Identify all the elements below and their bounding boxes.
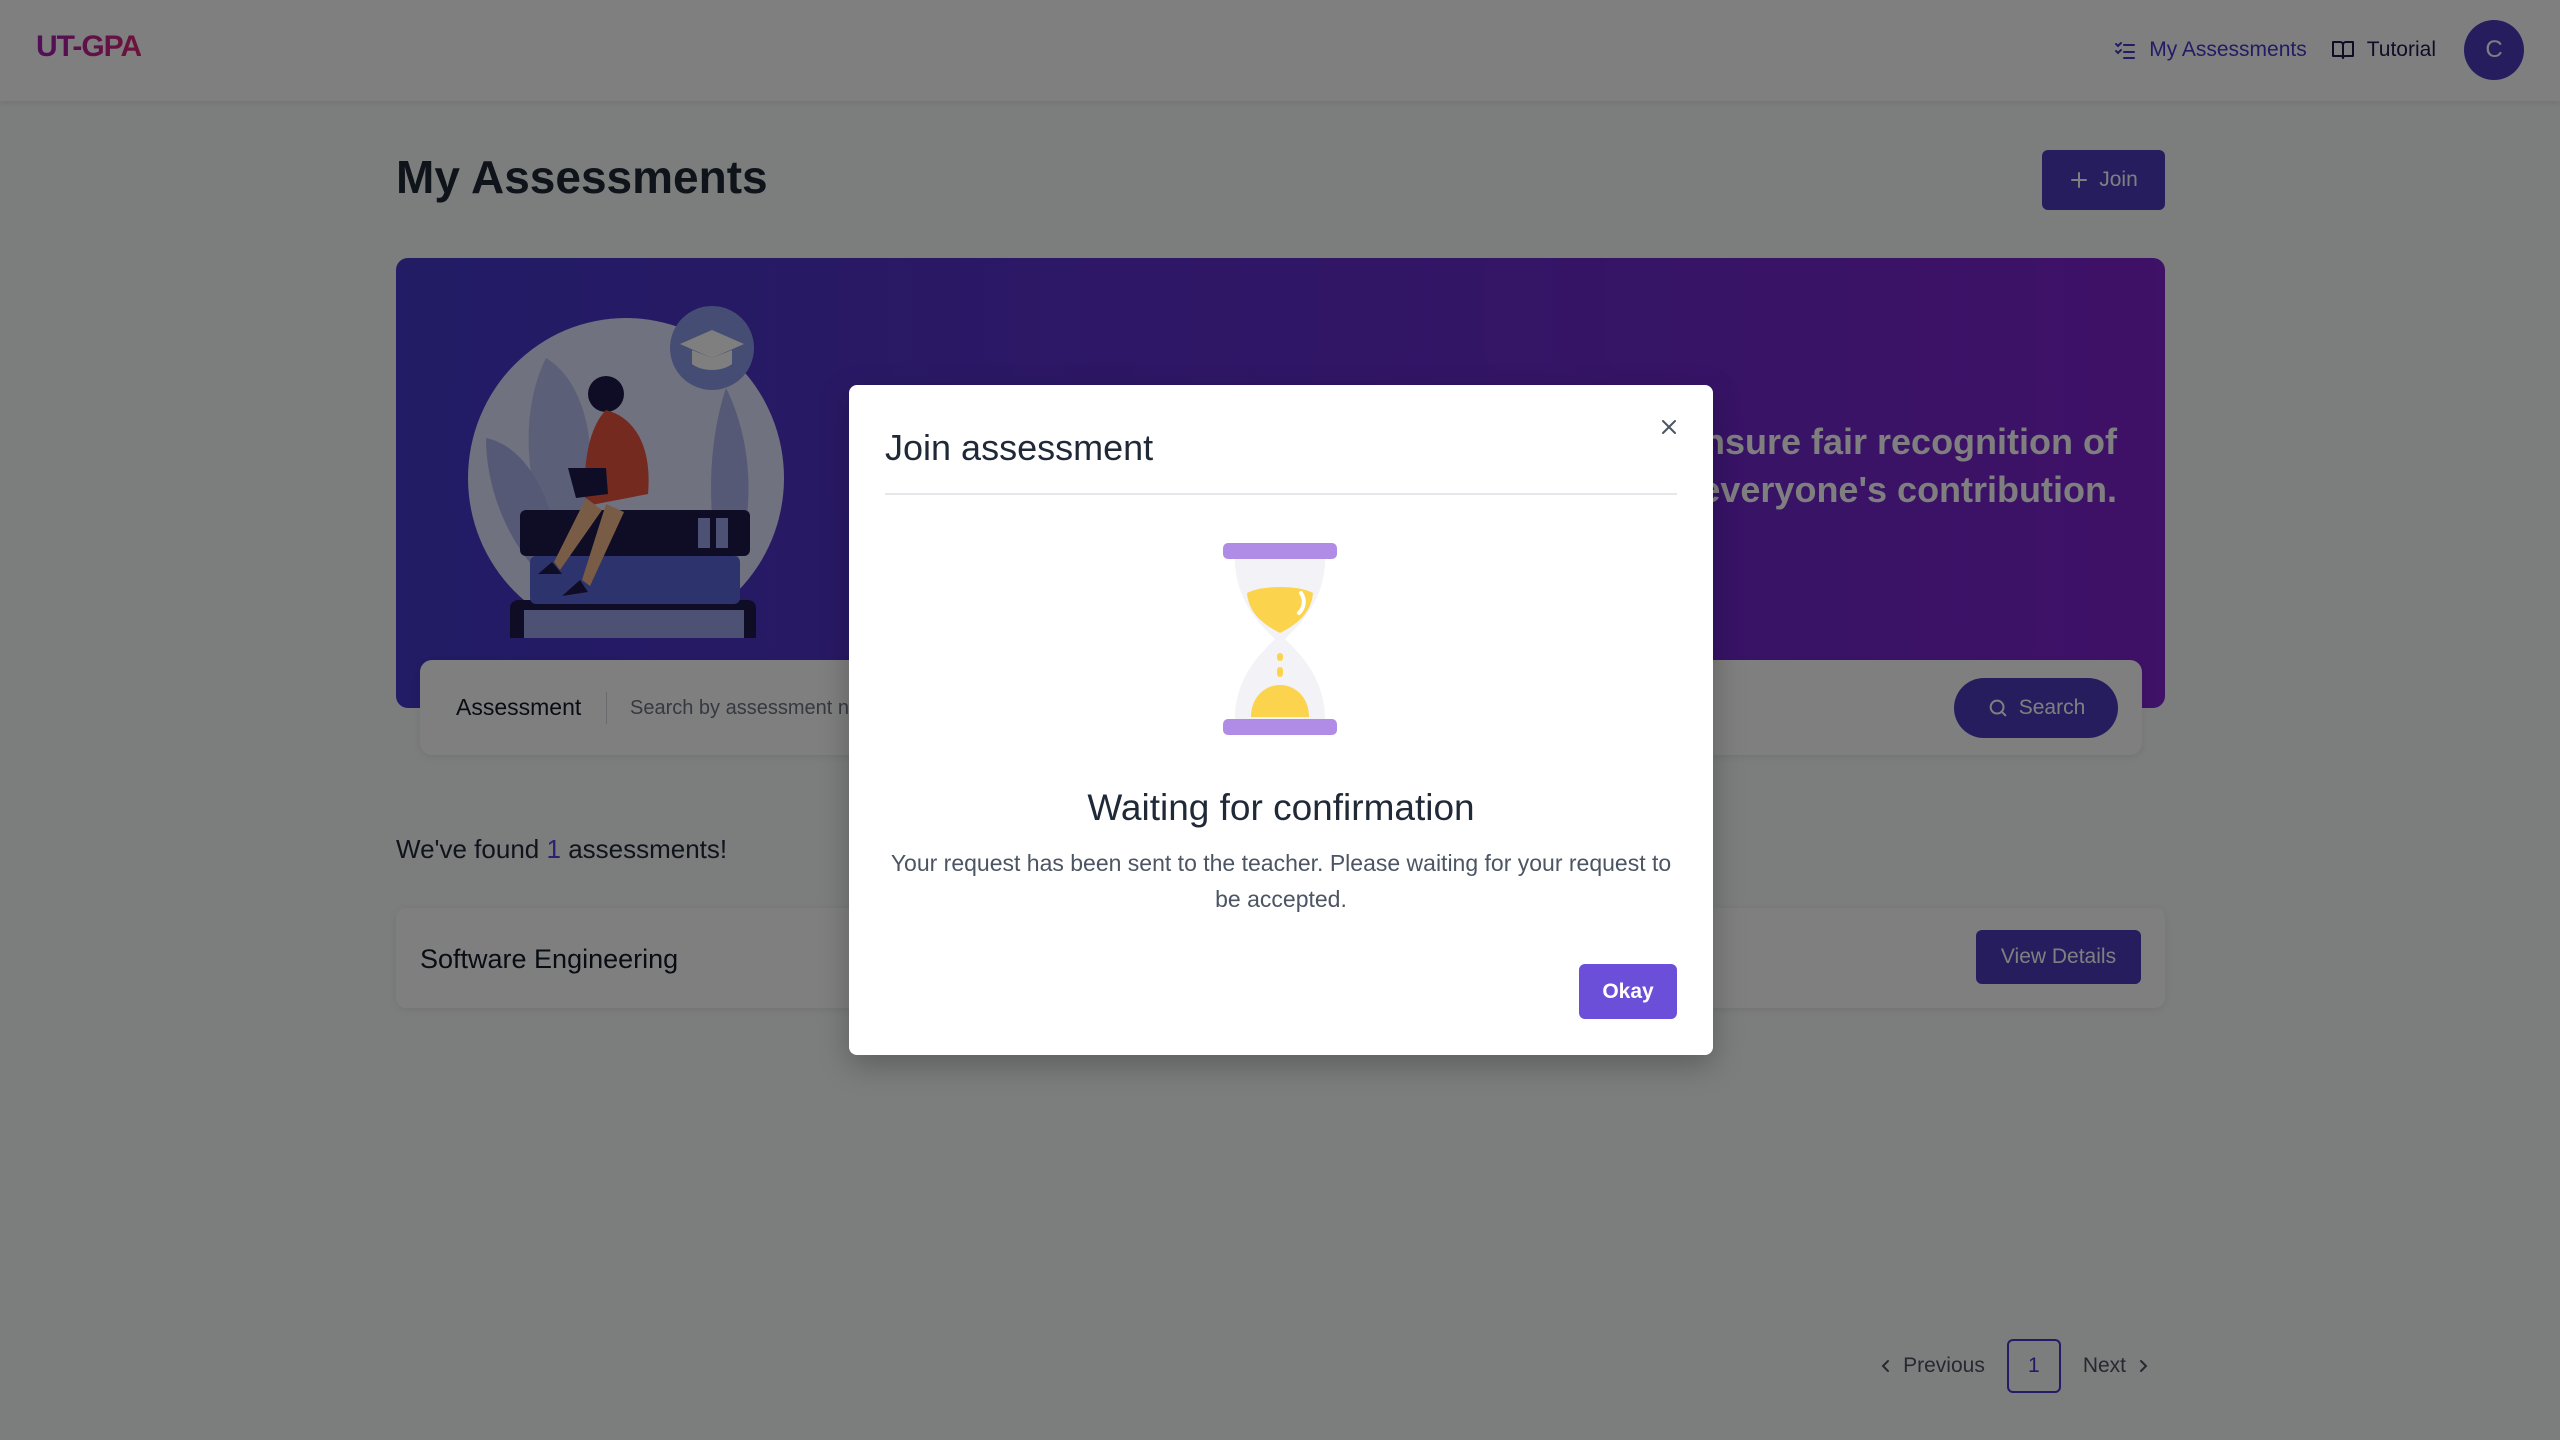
modal-heading: Waiting for confirmation — [1087, 787, 1475, 828]
hourglass-icon — [1223, 543, 1337, 735]
okay-button[interactable]: Okay — [1579, 964, 1677, 1019]
modal-divider — [885, 493, 1677, 495]
close-button[interactable] — [1649, 407, 1689, 447]
modal-message: Your request has been sent to the teache… — [890, 850, 1672, 912]
join-assessment-modal: Join assessment Waiting for confirmation… — [849, 385, 1713, 1055]
modal-title: Join assessment — [885, 427, 1154, 468]
close-icon — [1662, 420, 1676, 434]
